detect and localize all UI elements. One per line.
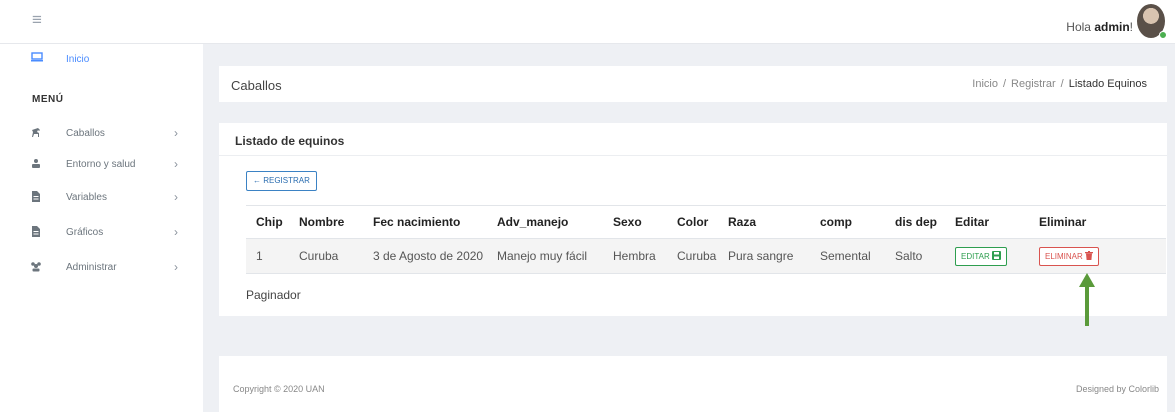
cell-dis-dep: Salto bbox=[885, 238, 945, 274]
card-header: Listado de equinos bbox=[219, 123, 1167, 156]
sidebar-item-label: Gráficos bbox=[66, 227, 104, 238]
equine-table: Chip Nombre Fec nacimiento Adv_manejo Se… bbox=[246, 205, 1166, 274]
sidebar-item-label: Entorno y salud bbox=[66, 159, 136, 170]
top-bar: ≡ Hola admin! bbox=[0, 0, 1175, 44]
column-header: Raza bbox=[718, 205, 810, 239]
greeting-suffix: ! bbox=[1129, 20, 1133, 34]
page-title: Caballos bbox=[231, 78, 282, 93]
cell-sexo: Hembra bbox=[603, 238, 667, 274]
column-header: Sexo bbox=[603, 205, 667, 239]
card-title: Listado de equinos bbox=[235, 134, 345, 148]
cell-eliminar: ELIMINAR bbox=[1029, 238, 1166, 274]
cell-comp: Semental bbox=[810, 238, 885, 274]
edit-button[interactable]: EDITAR bbox=[955, 246, 1007, 266]
breadcrumb-current: Listado Equinos bbox=[1068, 78, 1147, 90]
sidebar-item-entorno-salud[interactable]: Entorno y salud › bbox=[0, 154, 203, 176]
page-header: Caballos Inicio / Registrar / Listado Equino… bbox=[219, 66, 1167, 102]
sidebar-item-caballos[interactable]: Caballos › bbox=[0, 123, 203, 145]
column-header: Chip bbox=[246, 205, 289, 239]
column-header: Fec nacimiento bbox=[363, 205, 487, 239]
chevron-right-icon: › bbox=[174, 260, 178, 274]
delete-button[interactable]: ELIMINAR bbox=[1039, 246, 1100, 266]
chevron-right-icon: › bbox=[174, 190, 178, 204]
cell-color: Curuba bbox=[667, 238, 718, 274]
register-button[interactable]: ← REGISTRAR bbox=[246, 171, 317, 191]
cell-chip: 1 bbox=[246, 238, 289, 274]
chevron-right-icon: › bbox=[174, 225, 178, 239]
table-row: 1 Curuba 3 de Agosto de 2020 Manejo muy … bbox=[246, 238, 1166, 274]
column-header: Eliminar bbox=[1029, 205, 1166, 239]
delete-button-label: ELIMINAR bbox=[1045, 251, 1083, 261]
cell-adv-manejo: Manejo muy fácil bbox=[487, 238, 603, 274]
sidebar: Inicio MENÚ Caballos › Entorno y salud ›… bbox=[0, 44, 203, 412]
arrow-up-icon bbox=[1079, 273, 1095, 326]
save-icon bbox=[991, 250, 1001, 260]
online-status-icon bbox=[1159, 31, 1167, 39]
greeting-prefix: Hola bbox=[1066, 20, 1095, 34]
sidebar-item-label: Inicio bbox=[66, 54, 90, 65]
chevron-right-icon: › bbox=[174, 126, 178, 140]
breadcrumb-registrar[interactable]: Registrar bbox=[1011, 78, 1056, 90]
user-greeting: Hola admin! bbox=[1066, 20, 1133, 34]
breadcrumb: Inicio / Registrar / Listado Equinos bbox=[972, 78, 1147, 90]
username: admin bbox=[1094, 20, 1130, 34]
cell-raza: Pura sangre bbox=[718, 238, 810, 274]
horse-icon bbox=[29, 127, 43, 141]
users-icon bbox=[29, 261, 43, 275]
column-header: Color bbox=[667, 205, 718, 239]
trash-icon bbox=[1085, 250, 1094, 260]
sidebar-item-administrar[interactable]: Administrar › bbox=[0, 257, 203, 279]
paginator: Paginador bbox=[246, 288, 301, 302]
sidebar-item-variables[interactable]: Variables › bbox=[0, 187, 203, 209]
menu-heading: MENÚ bbox=[32, 94, 64, 105]
cell-editar: EDITAR bbox=[945, 238, 1029, 274]
designed-by-link[interactable]: Designed by Colorlib bbox=[1076, 384, 1159, 394]
edit-button-label: EDITAR bbox=[961, 251, 990, 261]
column-header: Nombre bbox=[289, 205, 363, 239]
laptop-icon bbox=[31, 52, 43, 65]
hamburger-menu-icon[interactable]: ≡ bbox=[32, 10, 42, 30]
file-icon bbox=[29, 226, 43, 240]
column-header: Editar bbox=[945, 205, 1029, 239]
table-header-row: Chip Nombre Fec nacimiento Adv_manejo Se… bbox=[246, 205, 1166, 239]
sidebar-item-label: Caballos bbox=[66, 128, 105, 139]
column-header: comp bbox=[810, 205, 885, 239]
column-header: Adv_manejo bbox=[487, 205, 603, 239]
cell-nombre: Curuba bbox=[289, 238, 363, 274]
sidebar-item-graficos[interactable]: Gráficos › bbox=[0, 222, 203, 244]
file-icon bbox=[29, 191, 43, 205]
footer: Copyright © 2020 UAN Designed by Colorli… bbox=[219, 356, 1167, 412]
sidebar-item-label: Administrar bbox=[66, 262, 117, 273]
sidebar-item-inicio[interactable]: Inicio bbox=[0, 50, 203, 72]
people-icon bbox=[29, 158, 43, 172]
sidebar-item-label: Variables bbox=[66, 192, 107, 203]
copyright-text: Copyright © 2020 UAN bbox=[233, 384, 325, 394]
column-header: dis dep bbox=[885, 205, 945, 239]
breadcrumb-inicio[interactable]: Inicio bbox=[972, 78, 998, 90]
cell-fec-nacimiento: 3 de Agosto de 2020 bbox=[363, 238, 487, 274]
equine-list-card: Listado de equinos ← REGISTRAR Chip Nomb… bbox=[219, 123, 1167, 316]
chevron-right-icon: › bbox=[174, 157, 178, 171]
